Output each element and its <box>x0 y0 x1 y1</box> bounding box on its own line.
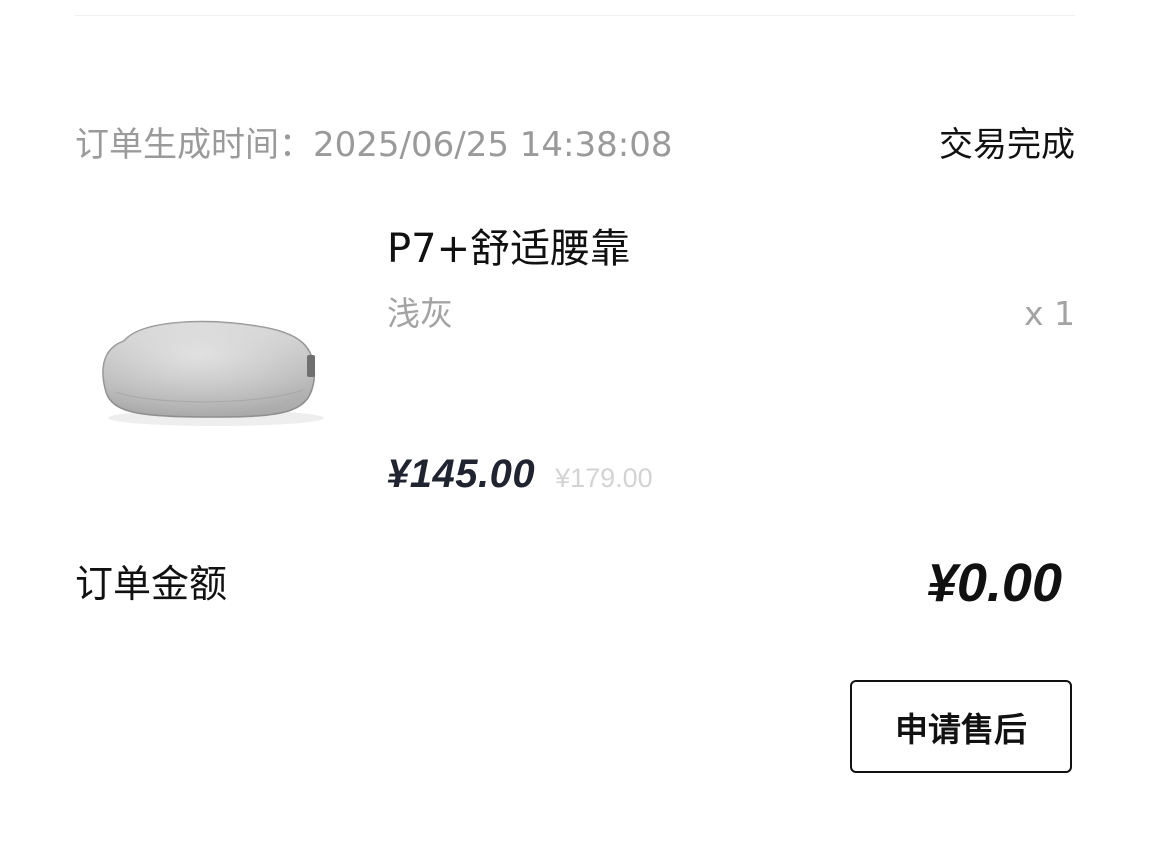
product-image[interactable] <box>96 300 336 435</box>
sale-price: ¥145.00 <box>387 452 536 496</box>
product-name[interactable]: P7+舒适腰靠 <box>387 222 630 276</box>
order-total-value: ¥0.00 <box>926 553 1062 613</box>
price-row: ¥145.00 ¥179.00 <box>387 452 653 508</box>
after-sale-button[interactable]: 申请售后 <box>850 680 1072 773</box>
order-total-label: 订单金额 <box>75 562 228 606</box>
original-price: ¥179.00 <box>555 463 653 493</box>
order-card: 订单生成时间：2025/06/25 14:38:08 交易完成 P7+舒适腰靠 … <box>0 0 1150 854</box>
top-divider <box>75 15 1075 16</box>
product-quantity: x 1 <box>1023 294 1075 333</box>
product-variant: 浅灰 <box>387 294 453 333</box>
order-status: 交易完成 <box>939 125 1075 165</box>
order-created-time: 订单生成时间：2025/06/25 14:38:08 <box>75 125 673 165</box>
